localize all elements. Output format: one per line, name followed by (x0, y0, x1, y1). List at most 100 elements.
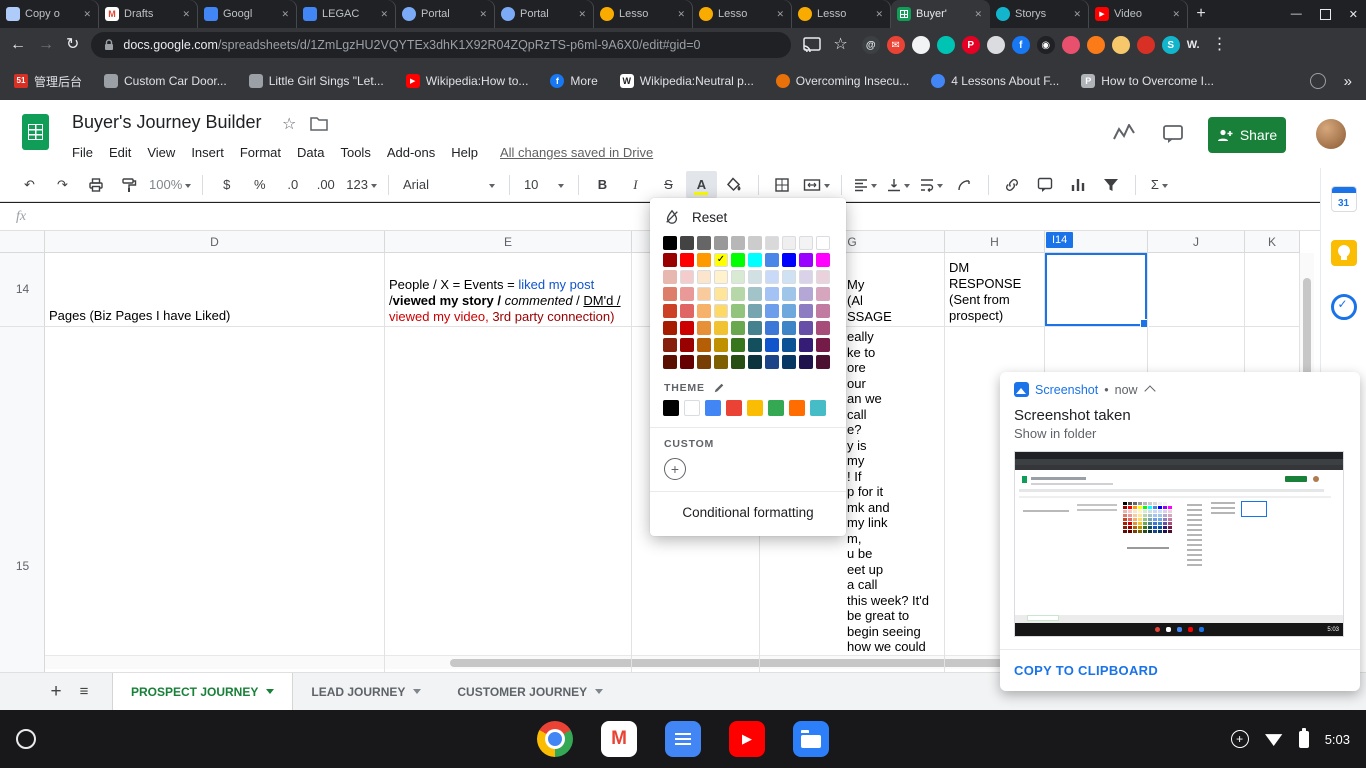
gray-extension-icon[interactable] (986, 36, 1005, 54)
color-swatch-5b0f00[interactable] (663, 355, 677, 369)
tab-close-icon[interactable]: ✕ (1170, 8, 1182, 21)
tab-close-icon[interactable]: ✕ (675, 8, 687, 21)
color-swatch-3c78d8[interactable] (765, 321, 779, 335)
color-swatch-f9cb9c[interactable] (697, 287, 711, 301)
theme-color-swatch-46bdc6[interactable] (810, 400, 826, 416)
gmail-app-icon[interactable]: M (601, 721, 637, 757)
color-swatch-783f04[interactable] (697, 355, 711, 369)
sheet-tab-customer-journey[interactable]: CUSTOMER JOURNEY (439, 673, 621, 711)
color-swatch-741b47[interactable] (816, 338, 830, 352)
menu-help[interactable]: Help (443, 142, 486, 163)
color-swatch-a4c2f4[interactable] (765, 287, 779, 301)
color-swatch-351c75[interactable] (799, 338, 813, 352)
row-header-15[interactable]: 15 (0, 559, 45, 573)
tab-close-icon[interactable]: ✕ (576, 8, 588, 21)
theme-color-swatch-4285f4[interactable] (705, 400, 721, 416)
account-avatar[interactable] (1316, 119, 1346, 149)
screenshot-thumbnail[interactable]: 5:03 (1014, 451, 1344, 637)
w-extension-icon[interactable]: W. (1187, 36, 1200, 54)
collapse-notification-icon[interactable] (1143, 385, 1156, 397)
selected-cell-i14[interactable] (1045, 253, 1149, 328)
color-swatch-76a5af[interactable] (748, 304, 762, 318)
brush-extension-icon[interactable] (1061, 36, 1080, 54)
color-swatch-7f6000[interactable] (714, 355, 728, 369)
close-window-button[interactable]: ✕ (1349, 8, 1358, 21)
screenshot-notification[interactable]: Screenshot • now Screenshot taken Show i… (1000, 372, 1360, 691)
all-sheets-button[interactable]: ≡ (70, 678, 98, 706)
text-rotation-button[interactable] (949, 173, 980, 197)
row-header-14[interactable]: 14 (0, 282, 45, 296)
tab-close-icon[interactable]: ✕ (1071, 8, 1083, 21)
calendar-extension-icon[interactable] (1111, 36, 1130, 54)
bookmark-item[interactable]: f More (550, 74, 598, 88)
browser-tab[interactable]: LEGAC ✕ (297, 0, 396, 28)
document-title[interactable]: Buyer's Journey Builder (72, 112, 262, 133)
color-swatch-00ffff[interactable] (748, 253, 762, 267)
sheet-tab-menu-icon[interactable] (413, 689, 422, 698)
reload-button[interactable]: ↻ (66, 37, 79, 53)
color-swatch-f4cccc[interactable] (680, 270, 694, 284)
chrome-app-icon[interactable] (537, 721, 573, 757)
bookmark-item[interactable]: ▶ Wikipedia:How to... (405, 74, 528, 88)
color-swatch-073763[interactable] (782, 355, 796, 369)
merge-cells-button[interactable] (800, 173, 833, 197)
browser-tab[interactable]: ▶ Video ✕ (1089, 0, 1188, 28)
column-header-i[interactable]: I14 (1045, 231, 1148, 253)
color-swatch-274e13[interactable] (731, 355, 745, 369)
cell-e14[interactable]: People / X = Events = liked my post / vie… (389, 277, 629, 325)
increase-decimal-button[interactable]: .00 (310, 173, 341, 197)
color-swatch-6aa84f[interactable] (731, 321, 745, 335)
decrease-decimal-button[interactable]: .0 (277, 173, 308, 197)
browser-tab[interactable]: Storys ✕ (990, 0, 1089, 28)
color-swatch-93c47d[interactable] (731, 304, 745, 318)
mail-extension-icon[interactable]: ✉ (886, 36, 905, 54)
color-swatch-45818e[interactable] (748, 321, 762, 335)
teal-s-extension-icon[interactable]: S (1161, 36, 1180, 54)
borders-button[interactable] (767, 173, 798, 197)
undo-button[interactable]: ↶ (14, 173, 45, 197)
new-tab-button[interactable]: + (1188, 2, 1214, 26)
theme-color-swatch-ea4335[interactable] (726, 400, 742, 416)
color-swatch-a61c00[interactable] (663, 321, 677, 335)
cell-h14[interactable]: DM RESPONSE (Sent from prospect) (949, 260, 1041, 324)
red-extension-icon[interactable] (1136, 36, 1155, 54)
insert-chart-button[interactable] (1063, 173, 1094, 197)
menu-data[interactable]: Data (289, 142, 332, 163)
color-swatch-6fa8dc[interactable] (782, 304, 796, 318)
launcher-button[interactable] (16, 729, 36, 749)
files-app-icon[interactable] (793, 721, 829, 757)
keep-icon[interactable] (1330, 240, 1357, 266)
color-swatch-d0e0e3[interactable] (748, 270, 762, 284)
color-swatch-666666[interactable] (697, 236, 711, 250)
menu-insert[interactable]: Insert (183, 142, 232, 163)
color-swatch-4a86e8[interactable] (765, 253, 779, 267)
color-swatch-cfe2f3[interactable] (782, 270, 796, 284)
tab-close-icon[interactable]: ✕ (279, 8, 291, 21)
color-swatch-980000[interactable] (663, 253, 677, 267)
format-percent-button[interactable]: % (244, 173, 275, 197)
maximize-button[interactable] (1319, 8, 1331, 20)
color-swatch-e06666[interactable] (680, 304, 694, 318)
color-swatch-85200c[interactable] (663, 338, 677, 352)
browser-tab[interactable]: Portal ✕ (396, 0, 495, 28)
text-color-button[interactable]: A (685, 171, 717, 198)
color-swatch-e69138[interactable] (697, 321, 711, 335)
tab-close-icon[interactable]: ✕ (180, 8, 192, 21)
color-swatch-b45f06[interactable] (697, 338, 711, 352)
paint-format-button[interactable] (113, 173, 144, 197)
color-swatch-a2c4c9[interactable] (748, 287, 762, 301)
color-swatch-cccccc[interactable] (748, 236, 762, 250)
reset-color-row[interactable]: Reset (650, 198, 846, 234)
theme-color-swatch-ffffff[interactable] (684, 400, 700, 416)
status-tray[interactable]: + 5:03 (1230, 727, 1366, 748)
color-swatch-ffe599[interactable] (714, 287, 728, 301)
insights-icon[interactable] (1112, 124, 1136, 142)
font-select[interactable]: Arial (397, 173, 501, 197)
color-swatch-0c343d[interactable] (748, 355, 762, 369)
tab-close-icon[interactable]: ✕ (477, 8, 489, 21)
cell-g15[interactable]: eally ke to ore our an we call e? y is my! If p f… (847, 329, 942, 655)
forward-button[interactable]: → (38, 37, 54, 53)
bookmark-star-icon[interactable]: ☆ (833, 37, 847, 53)
bookmark-item[interactable]: Overcoming Insecu... (775, 74, 909, 88)
color-swatch-e6b8af[interactable] (663, 270, 677, 284)
